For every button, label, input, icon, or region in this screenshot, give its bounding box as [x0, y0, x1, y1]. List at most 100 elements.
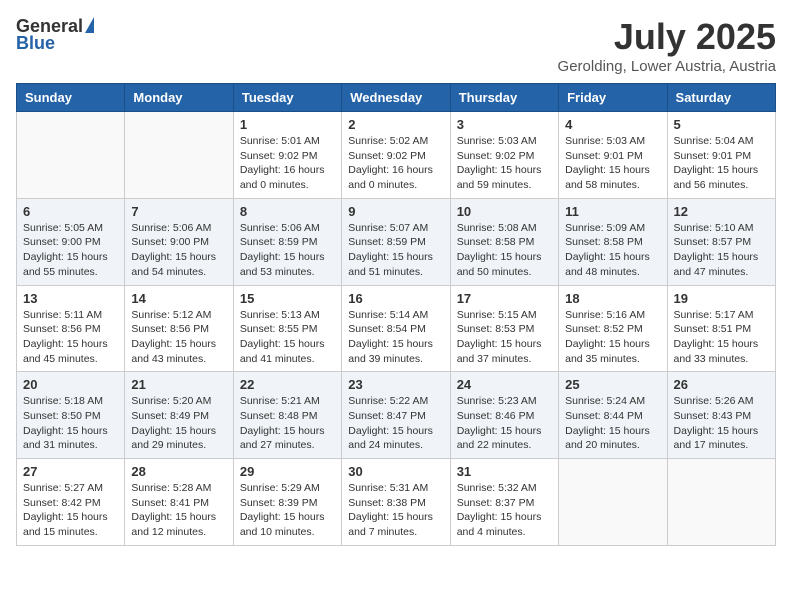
day-cell-content: Sunrise: 5:14 AMSunset: 8:54 PMDaylight:… [348, 308, 443, 367]
day-cell-content: Sunrise: 5:02 AMSunset: 9:02 PMDaylight:… [348, 134, 443, 193]
table-row: 17Sunrise: 5:15 AMSunset: 8:53 PMDayligh… [450, 285, 558, 372]
day-number: 12 [674, 204, 769, 219]
day-number: 11 [565, 204, 660, 219]
day-cell-content: Sunrise: 5:22 AMSunset: 8:47 PMDaylight:… [348, 394, 443, 453]
calendar-week-5: 27 Sunrise: 5:27 AMSunset: 8:42 PMDayligh… [17, 459, 776, 546]
day-cell-content: Sunrise: 5:03 AMSunset: 9:01 PMDaylight:… [565, 134, 660, 193]
col-thursday: Thursday [450, 84, 558, 112]
table-row: 31 Sunrise: 5:32 AMSunset: 8:37 PMDayligh… [450, 459, 558, 546]
table-row: 9 Sunrise: 5:07 AMSunset: 8:59 PMDaylight… [342, 198, 450, 285]
day-cell-content: Sunrise: 5:08 AMSunset: 8:58 PMDaylight:… [457, 221, 552, 280]
logo-blue-text: Blue [16, 33, 55, 54]
col-tuesday: Tuesday [233, 84, 341, 112]
day-number: 1 [240, 117, 335, 132]
calendar-week-2: 6 Sunrise: 5:05 AMSunset: 9:00 PMDaylight… [17, 198, 776, 285]
calendar-week-1: 1 Sunrise: 5:01 AMSunset: 9:02 PMDaylight… [17, 112, 776, 199]
day-cell-content: Sunrise: 5:26 AMSunset: 8:43 PMDaylight:… [674, 394, 769, 453]
day-cell-content: Sunrise: 5:27 AMSunset: 8:42 PMDaylight:… [23, 481, 118, 540]
day-cell-content: Sunrise: 5:23 AMSunset: 8:46 PMDaylight:… [457, 394, 552, 453]
day-number: 13 [23, 291, 118, 306]
day-cell-content: Sunrise: 5:01 AMSunset: 9:02 PMDaylight:… [240, 134, 335, 193]
page-header: General Blue July 2025 Gerolding, Lower … [16, 16, 776, 75]
table-row: 10 Sunrise: 5:08 AMSunset: 8:58 PMDayligh… [450, 198, 558, 285]
day-number: 2 [348, 117, 443, 132]
day-number: 15 [240, 291, 335, 306]
table-row: 15Sunrise: 5:13 AMSunset: 8:55 PMDayligh… [233, 285, 341, 372]
day-cell-content: Sunrise: 5:18 AMSunset: 8:50 PMDaylight:… [23, 394, 118, 453]
day-number: 24 [457, 377, 552, 392]
day-cell-content: Sunrise: 5:05 AMSunset: 9:00 PMDaylight:… [23, 221, 118, 280]
col-wednesday: Wednesday [342, 84, 450, 112]
col-saturday: Saturday [667, 84, 775, 112]
day-number: 8 [240, 204, 335, 219]
day-number: 7 [131, 204, 226, 219]
day-cell-content: Sunrise: 5:04 AMSunset: 9:01 PMDaylight:… [674, 134, 769, 193]
day-number: 14 [131, 291, 226, 306]
day-cell-content: Sunrise: 5:28 AMSunset: 8:41 PMDaylight:… [131, 481, 226, 540]
day-cell-content: Sunrise: 5:10 AMSunset: 8:57 PMDaylight:… [674, 221, 769, 280]
day-number: 10 [457, 204, 552, 219]
table-row: 7 Sunrise: 5:06 AMSunset: 9:00 PMDaylight… [125, 198, 233, 285]
table-row [667, 459, 775, 546]
table-row: 8 Sunrise: 5:06 AMSunset: 8:59 PMDaylight… [233, 198, 341, 285]
day-cell-content: Sunrise: 5:24 AMSunset: 8:44 PMDaylight:… [565, 394, 660, 453]
day-number: 31 [457, 464, 552, 479]
col-sunday: Sunday [17, 84, 125, 112]
day-number: 30 [348, 464, 443, 479]
day-cell-content: Sunrise: 5:16 AMSunset: 8:52 PMDaylight:… [565, 308, 660, 367]
table-row: 26 Sunrise: 5:26 AMSunset: 8:43 PMDayligh… [667, 372, 775, 459]
table-row: 13Sunrise: 5:11 AMSunset: 8:56 PMDayligh… [17, 285, 125, 372]
day-cell-content: Sunrise: 5:06 AMSunset: 9:00 PMDaylight:… [131, 221, 226, 280]
day-cell-content: Sunrise: 5:29 AMSunset: 8:39 PMDaylight:… [240, 481, 335, 540]
location-subtitle: Gerolding, Lower Austria, Austria [558, 58, 776, 75]
table-row: 6 Sunrise: 5:05 AMSunset: 9:00 PMDaylight… [17, 198, 125, 285]
day-number: 5 [674, 117, 769, 132]
calendar-table: Sunday Monday Tuesday Wednesday Thursday… [16, 83, 776, 546]
day-cell-content: Sunrise: 5:17 AMSunset: 8:51 PMDaylight:… [674, 308, 769, 367]
day-number: 4 [565, 117, 660, 132]
table-row: 24 Sunrise: 5:23 AMSunset: 8:46 PMDayligh… [450, 372, 558, 459]
calendar-header-row: Sunday Monday Tuesday Wednesday Thursday… [17, 84, 776, 112]
day-cell-content: Sunrise: 5:09 AMSunset: 8:58 PMDaylight:… [565, 221, 660, 280]
table-row: 27 Sunrise: 5:27 AMSunset: 8:42 PMDayligh… [17, 459, 125, 546]
table-row: 28 Sunrise: 5:28 AMSunset: 8:41 PMDayligh… [125, 459, 233, 546]
day-cell-content: Sunrise: 5:07 AMSunset: 8:59 PMDaylight:… [348, 221, 443, 280]
day-number: 23 [348, 377, 443, 392]
day-cell-content: Sunrise: 5:32 AMSunset: 8:37 PMDaylight:… [457, 481, 552, 540]
day-number: 6 [23, 204, 118, 219]
table-row [125, 112, 233, 199]
table-row: 5 Sunrise: 5:04 AMSunset: 9:01 PMDaylight… [667, 112, 775, 199]
day-number: 21 [131, 377, 226, 392]
table-row [559, 459, 667, 546]
day-cell-content: Sunrise: 5:03 AMSunset: 9:02 PMDaylight:… [457, 134, 552, 193]
day-number: 9 [348, 204, 443, 219]
day-number: 22 [240, 377, 335, 392]
day-number: 27 [23, 464, 118, 479]
table-row: 23 Sunrise: 5:22 AMSunset: 8:47 PMDayligh… [342, 372, 450, 459]
table-row: 16 Sunrise: 5:14 AMSunset: 8:54 PMDayligh… [342, 285, 450, 372]
day-number: 3 [457, 117, 552, 132]
table-row: 25Sunrise: 5:24 AMSunset: 8:44 PMDayligh… [559, 372, 667, 459]
day-cell-content: Sunrise: 5:06 AMSunset: 8:59 PMDaylight:… [240, 221, 335, 280]
day-cell-content: Sunrise: 5:20 AMSunset: 8:49 PMDaylight:… [131, 394, 226, 453]
table-row: 12 Sunrise: 5:10 AMSunset: 8:57 PMDayligh… [667, 198, 775, 285]
month-year-title: July 2025 [558, 16, 776, 58]
logo-triangle-icon [85, 17, 94, 33]
table-row: 18 Sunrise: 5:16 AMSunset: 8:52 PMDayligh… [559, 285, 667, 372]
day-number: 28 [131, 464, 226, 479]
table-row: 11 Sunrise: 5:09 AMSunset: 8:58 PMDayligh… [559, 198, 667, 285]
day-cell-content: Sunrise: 5:31 AMSunset: 8:38 PMDaylight:… [348, 481, 443, 540]
day-cell-content: Sunrise: 5:12 AMSunset: 8:56 PMDaylight:… [131, 308, 226, 367]
day-cell-content: Sunrise: 5:15 AMSunset: 8:53 PMDaylight:… [457, 308, 552, 367]
day-number: 16 [348, 291, 443, 306]
table-row: 29Sunrise: 5:29 AMSunset: 8:39 PMDayligh… [233, 459, 341, 546]
table-row: 1 Sunrise: 5:01 AMSunset: 9:02 PMDaylight… [233, 112, 341, 199]
day-number: 26 [674, 377, 769, 392]
table-row: 21 Sunrise: 5:20 AMSunset: 8:49 PMDayligh… [125, 372, 233, 459]
day-number: 18 [565, 291, 660, 306]
table-row: 2 Sunrise: 5:02 AMSunset: 9:02 PMDaylight… [342, 112, 450, 199]
title-block: July 2025 Gerolding, Lower Austria, Aust… [558, 16, 776, 75]
table-row: 3 Sunrise: 5:03 AMSunset: 9:02 PMDaylight… [450, 112, 558, 199]
col-monday: Monday [125, 84, 233, 112]
day-number: 19 [674, 291, 769, 306]
